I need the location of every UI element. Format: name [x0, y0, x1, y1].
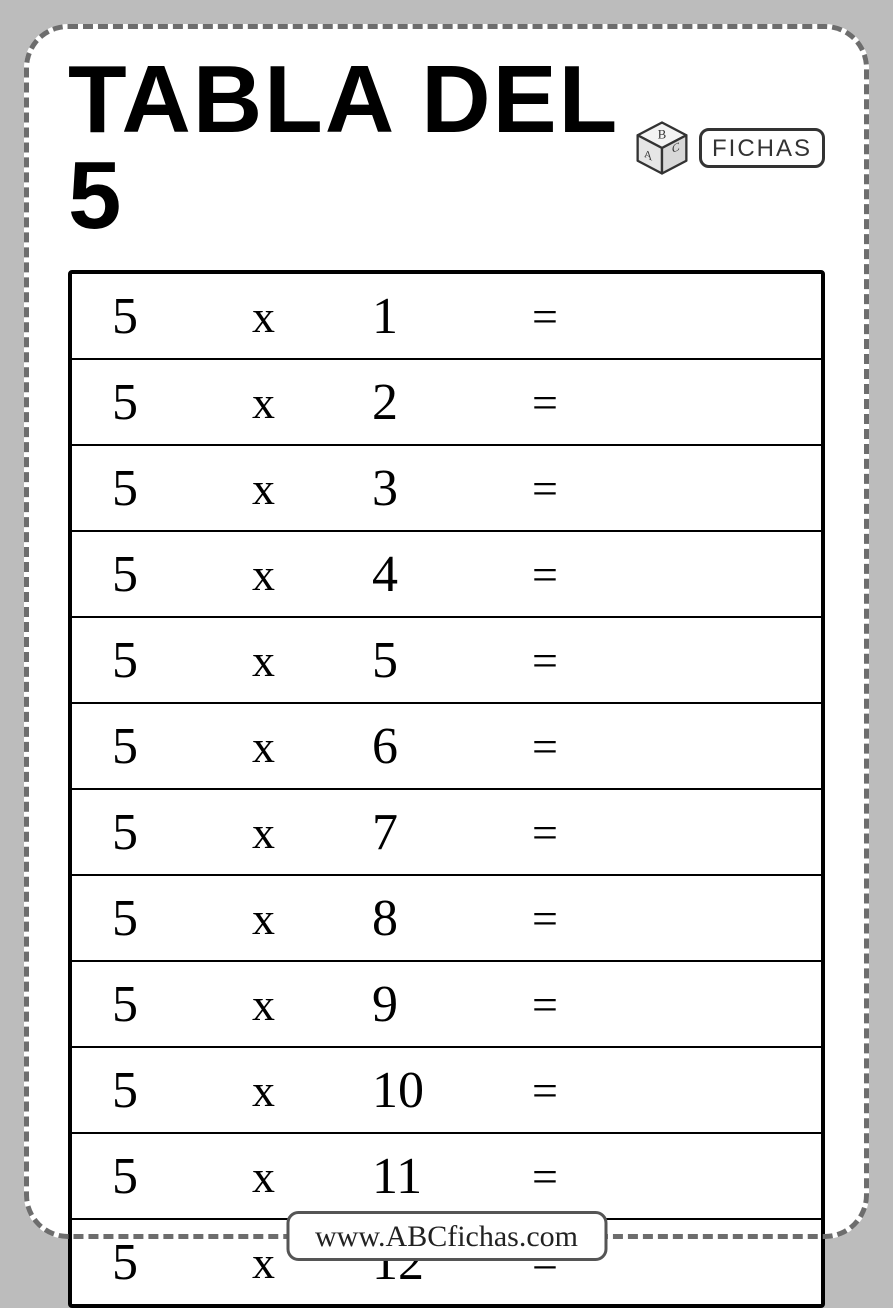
- table-row: 5x7=: [72, 788, 821, 874]
- result-cell: [652, 376, 797, 428]
- operator-cell: x: [252, 548, 372, 601]
- multiplier-cell: 6: [372, 717, 532, 776]
- equals-cell: =: [532, 978, 652, 1031]
- footer: www.ABCfichas.com: [286, 1211, 607, 1261]
- equals-cell: =: [532, 548, 652, 601]
- multiplier-cell: 11: [372, 1147, 532, 1206]
- operator-cell: x: [252, 290, 372, 343]
- multiplier-cell: 4: [372, 545, 532, 604]
- equals-cell: =: [532, 806, 652, 859]
- brand-logo-label: FICHAS: [699, 128, 825, 168]
- multiplicand-cell: 5: [112, 631, 252, 690]
- operator-cell: x: [252, 462, 372, 515]
- multiplier-cell: 1: [372, 287, 532, 346]
- page-title: TABLA DEL 5: [68, 52, 633, 244]
- result-cell: [652, 290, 797, 342]
- result-cell: [652, 892, 797, 944]
- cube-letter-top: B: [658, 128, 667, 142]
- dice-cube-icon: B A C: [633, 119, 691, 177]
- multiplier-cell: 9: [372, 975, 532, 1034]
- multiplicand-cell: 5: [112, 545, 252, 604]
- result-cell: [652, 462, 797, 514]
- source-url: www.ABCfichas.com: [286, 1211, 607, 1261]
- multiplier-cell: 7: [372, 803, 532, 862]
- operator-cell: x: [252, 376, 372, 429]
- operator-cell: x: [252, 634, 372, 687]
- table-row: 5x5=: [72, 616, 821, 702]
- multiplication-table: 5x1=5x2=5x3=5x4=5x5=5x6=5x7=5x8=5x9=5x10…: [68, 270, 825, 1308]
- multiplicand-cell: 5: [112, 1233, 252, 1292]
- multiplier-cell: 10: [372, 1061, 532, 1120]
- equals-cell: =: [532, 720, 652, 773]
- multiplicand-cell: 5: [112, 803, 252, 862]
- equals-cell: =: [532, 290, 652, 343]
- operator-cell: x: [252, 1150, 372, 1203]
- multiplicand-cell: 5: [112, 889, 252, 948]
- multiplicand-cell: 5: [112, 975, 252, 1034]
- multiplicand-cell: 5: [112, 373, 252, 432]
- result-cell: [652, 1236, 797, 1288]
- equals-cell: =: [532, 1064, 652, 1117]
- table-row: 5x9=: [72, 960, 821, 1046]
- header: TABLA DEL 5 B A C FICHAS: [24, 24, 869, 260]
- multiplier-cell: 8: [372, 889, 532, 948]
- brand-logo: B A C FICHAS: [633, 119, 825, 177]
- operator-cell: x: [252, 806, 372, 859]
- multiplier-cell: 3: [372, 459, 532, 518]
- operator-cell: x: [252, 892, 372, 945]
- operator-cell: x: [252, 1064, 372, 1117]
- equals-cell: =: [532, 1150, 652, 1203]
- equals-cell: =: [532, 634, 652, 687]
- result-cell: [652, 720, 797, 772]
- equals-cell: =: [532, 376, 652, 429]
- table-row: 5x2=: [72, 358, 821, 444]
- result-cell: [652, 634, 797, 686]
- result-cell: [652, 548, 797, 600]
- operator-cell: x: [252, 978, 372, 1031]
- result-cell: [652, 1064, 797, 1116]
- table-row: 5x1=: [72, 274, 821, 358]
- table-row: 5x3=: [72, 444, 821, 530]
- equals-cell: =: [532, 892, 652, 945]
- worksheet-card: TABLA DEL 5 B A C FICHAS 5x1=5x2=5x3=5x4…: [24, 24, 869, 1239]
- table-row: 5x10=: [72, 1046, 821, 1132]
- multiplier-cell: 2: [372, 373, 532, 432]
- result-cell: [652, 978, 797, 1030]
- result-cell: [652, 1150, 797, 1202]
- multiplier-cell: 5: [372, 631, 532, 690]
- operator-cell: x: [252, 720, 372, 773]
- multiplicand-cell: 5: [112, 1147, 252, 1206]
- table-row: 5x11=: [72, 1132, 821, 1218]
- multiplicand-cell: 5: [112, 717, 252, 776]
- equals-cell: =: [532, 462, 652, 515]
- table-row: 5x4=: [72, 530, 821, 616]
- multiplicand-cell: 5: [112, 287, 252, 346]
- multiplicand-cell: 5: [112, 1061, 252, 1120]
- multiplicand-cell: 5: [112, 459, 252, 518]
- table-row: 5x8=: [72, 874, 821, 960]
- table-row: 5x6=: [72, 702, 821, 788]
- result-cell: [652, 806, 797, 858]
